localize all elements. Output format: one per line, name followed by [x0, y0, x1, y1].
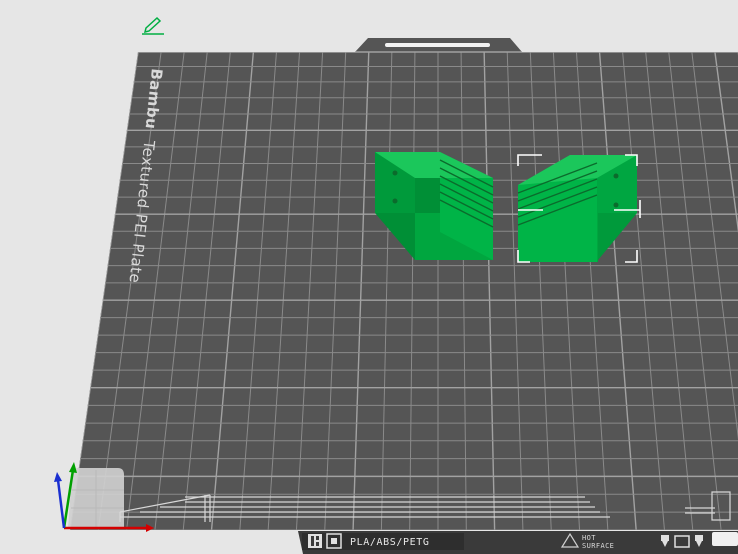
- filament-types-label: PLA/ABS/PETG: [350, 537, 429, 548]
- surface-label: SURFACE: [582, 542, 614, 550]
- 3d-viewport[interactable]: Bambu Textured PEI Plate PLA/ABS/PETG HO…: [0, 0, 738, 554]
- plate-info-bar: PLA/ABS/PETG HOT SURFACE: [298, 531, 738, 554]
- build-plate[interactable]: Bambu Textured PEI Plate: [0, 38, 738, 530]
- hot-label: HOT: [582, 534, 596, 542]
- pencil-icon[interactable]: [142, 16, 164, 35]
- bar-end-tab: [712, 532, 738, 546]
- bambu-logo-icon: [308, 534, 322, 548]
- plate-handle: [385, 43, 490, 47]
